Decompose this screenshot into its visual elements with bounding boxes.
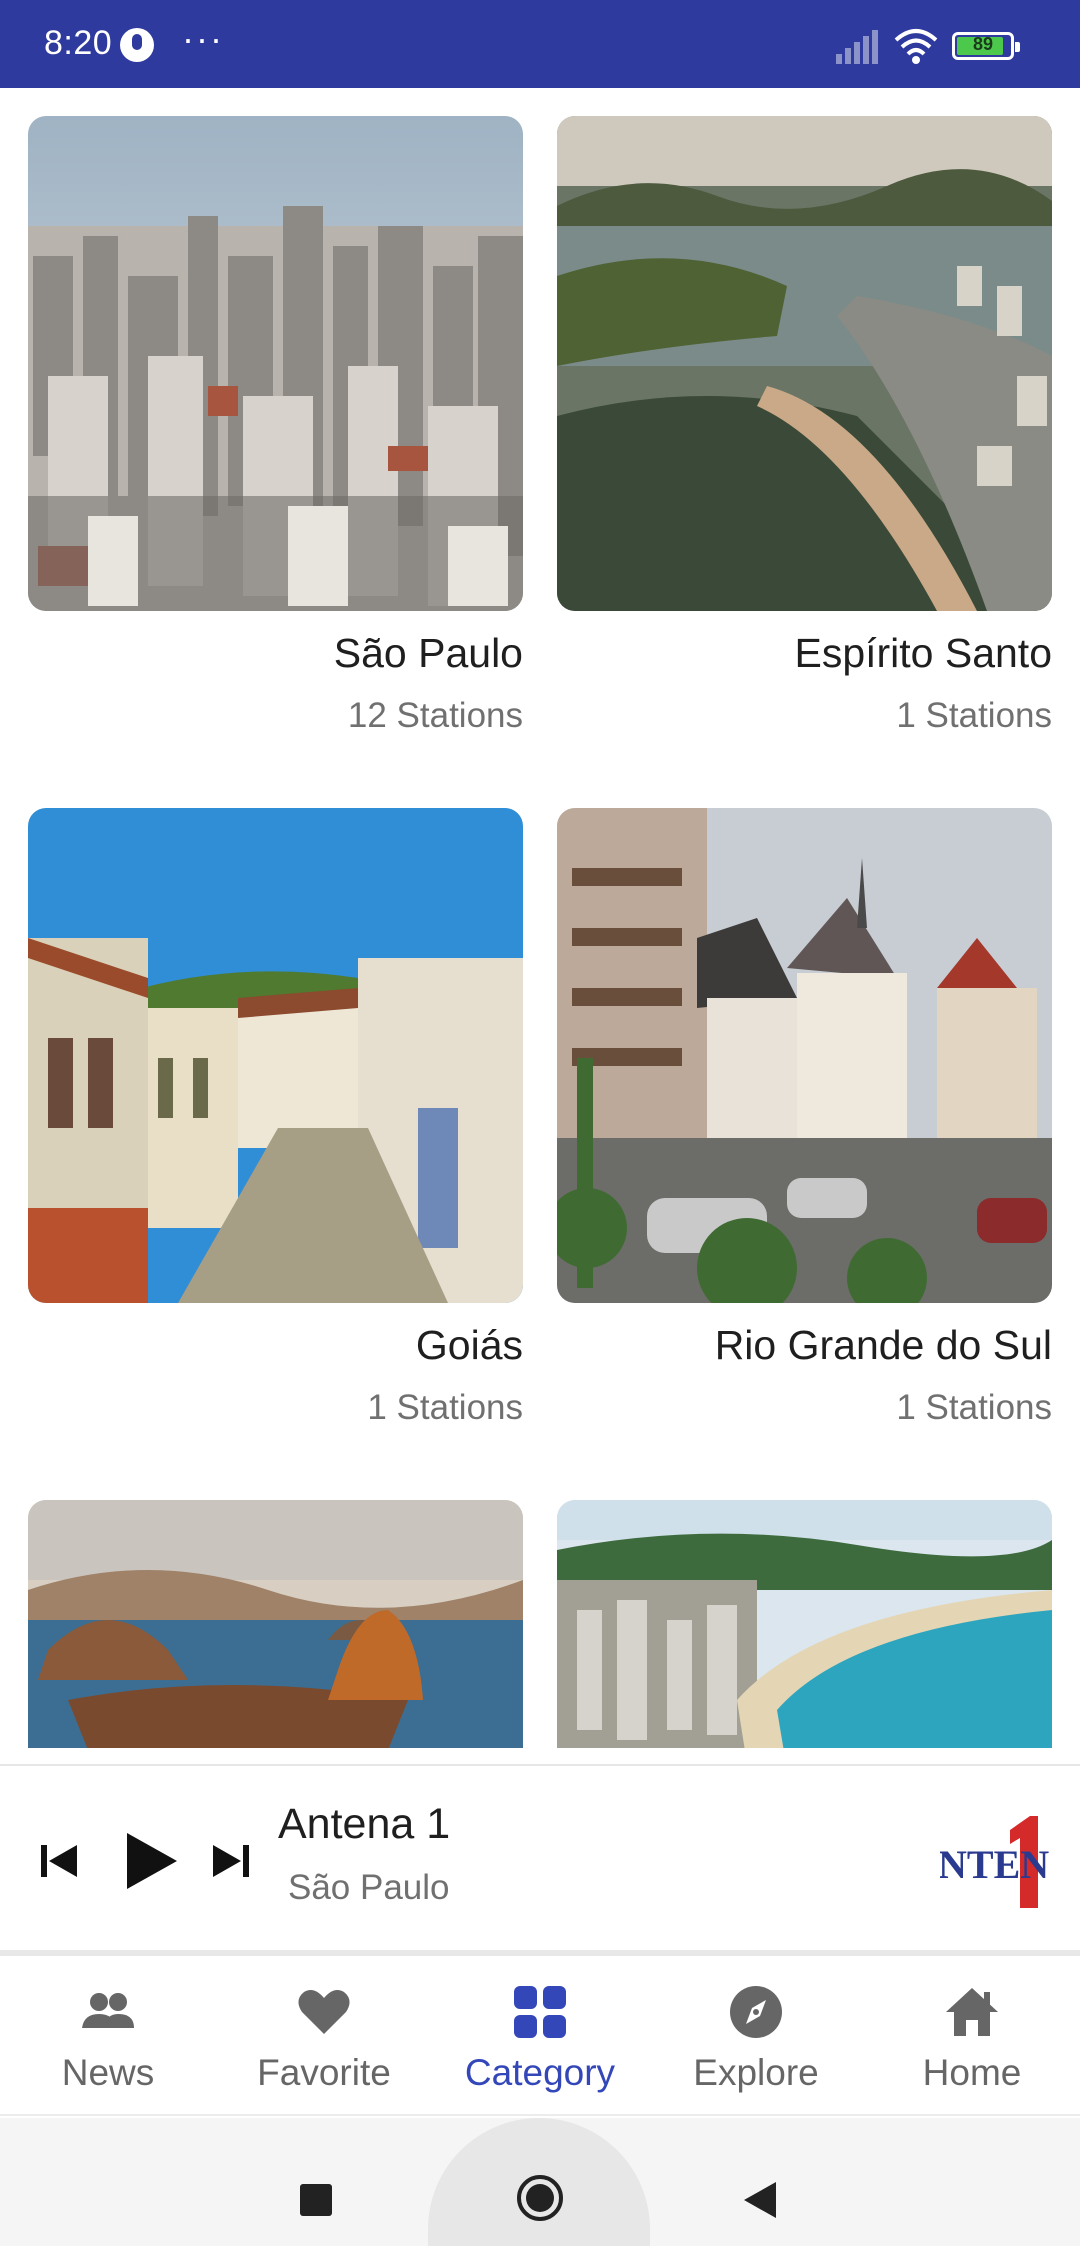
rio-grande-do-sul-town-photo[interactable] — [557, 808, 1052, 1303]
battery-icon: 89 — [952, 32, 1020, 60]
category-card-espirito-santo[interactable]: Espírito Santo 1 Stations — [557, 116, 1052, 776]
nav-label: Home — [922, 2052, 1022, 2093]
category-grid: São Paulo 12 Stations Espírito Santo 1 S… — [0, 88, 1080, 1748]
home-button[interactable] — [514, 2172, 566, 2224]
play-button[interactable] — [118, 1828, 184, 1894]
santa-catarina-beach-photo[interactable] — [557, 1500, 1052, 1748]
bottom-navigation: News Favorite Category Explore Home — [0, 1956, 1080, 2116]
nav-label: Category — [464, 2052, 616, 2093]
svg-text:NTEN: NTEN — [940, 1842, 1049, 1887]
grid-icon — [512, 1984, 568, 2040]
status-bar: 8:20 ··· 89 — [0, 0, 1080, 88]
category-card-rio-de-janeiro[interactable] — [28, 1500, 523, 1748]
nav-label: Explore — [693, 2052, 819, 2093]
goias-colonial-street-photo[interactable] — [28, 808, 523, 1303]
nav-category[interactable]: Category — [432, 1956, 648, 2116]
nav-label: Favorite — [257, 2052, 391, 2093]
category-card-goias[interactable]: Goiás 1 Stations — [28, 808, 523, 1468]
status-time: 8:20 — [44, 24, 113, 62]
battery-percent: 89 — [972, 34, 994, 54]
nav-label: News — [61, 2052, 155, 2093]
category-card-santa-catarina[interactable] — [557, 1500, 1052, 1748]
compass-icon — [728, 1984, 784, 2040]
skip-previous-button[interactable] — [34, 1828, 84, 1894]
category-name: Goiás — [415, 1322, 523, 1368]
category-station-count: 1 Stations — [367, 1388, 523, 1427]
system-navigation-bar — [0, 2118, 1080, 2246]
people-icon — [80, 1984, 136, 2040]
category-station-count: 1 Stations — [896, 1388, 1052, 1427]
sao-paulo-skyline-photo[interactable] — [28, 116, 523, 611]
play-icon — [127, 1833, 177, 1889]
category-name: Espírito Santo — [794, 630, 1052, 676]
player-station-title: Antena 1 — [278, 1800, 451, 1848]
nav-explore[interactable]: Explore — [648, 1956, 864, 2116]
category-name: São Paulo — [333, 630, 523, 676]
skip-previous-icon — [41, 1845, 77, 1877]
heart-icon — [296, 1984, 352, 2040]
back-button[interactable] — [740, 2180, 780, 2220]
rio-de-janeiro-sugarloaf-photo[interactable] — [28, 1500, 523, 1748]
category-name: Rio Grande do Sul — [714, 1322, 1052, 1368]
more-notifications-icon: ··· — [182, 18, 224, 59]
espirito-santo-coast-photo[interactable] — [557, 116, 1052, 611]
skip-next-button[interactable] — [206, 1828, 256, 1894]
nav-favorite[interactable]: Favorite — [216, 1956, 432, 2116]
category-station-count: 1 Stations — [896, 696, 1052, 735]
triangle-back-icon — [744, 2182, 776, 2218]
category-station-count: 12 Stations — [347, 696, 523, 735]
category-card-rio-grande-do-sul[interactable]: Rio Grande do Sul 1 Stations — [557, 808, 1052, 1468]
category-card-sao-paulo[interactable]: São Paulo 12 Stations — [28, 116, 523, 776]
mini-player[interactable]: Antena 1 São Paulo NTEN — [0, 1764, 1080, 1952]
wifi-icon — [894, 29, 938, 64]
antena-1-logo: NTEN — [940, 1816, 1060, 1912]
microphone-icon — [120, 28, 154, 62]
nav-home[interactable]: Home — [864, 1956, 1080, 2116]
player-station-region: São Paulo — [288, 1868, 450, 1907]
skip-next-icon — [213, 1845, 249, 1877]
nav-news[interactable]: News — [0, 1956, 216, 2116]
signal-icon — [836, 30, 878, 64]
circle-icon — [517, 2175, 563, 2221]
home-icon — [944, 1984, 1000, 2040]
square-icon — [300, 2184, 332, 2216]
recents-button[interactable] — [296, 2180, 336, 2220]
